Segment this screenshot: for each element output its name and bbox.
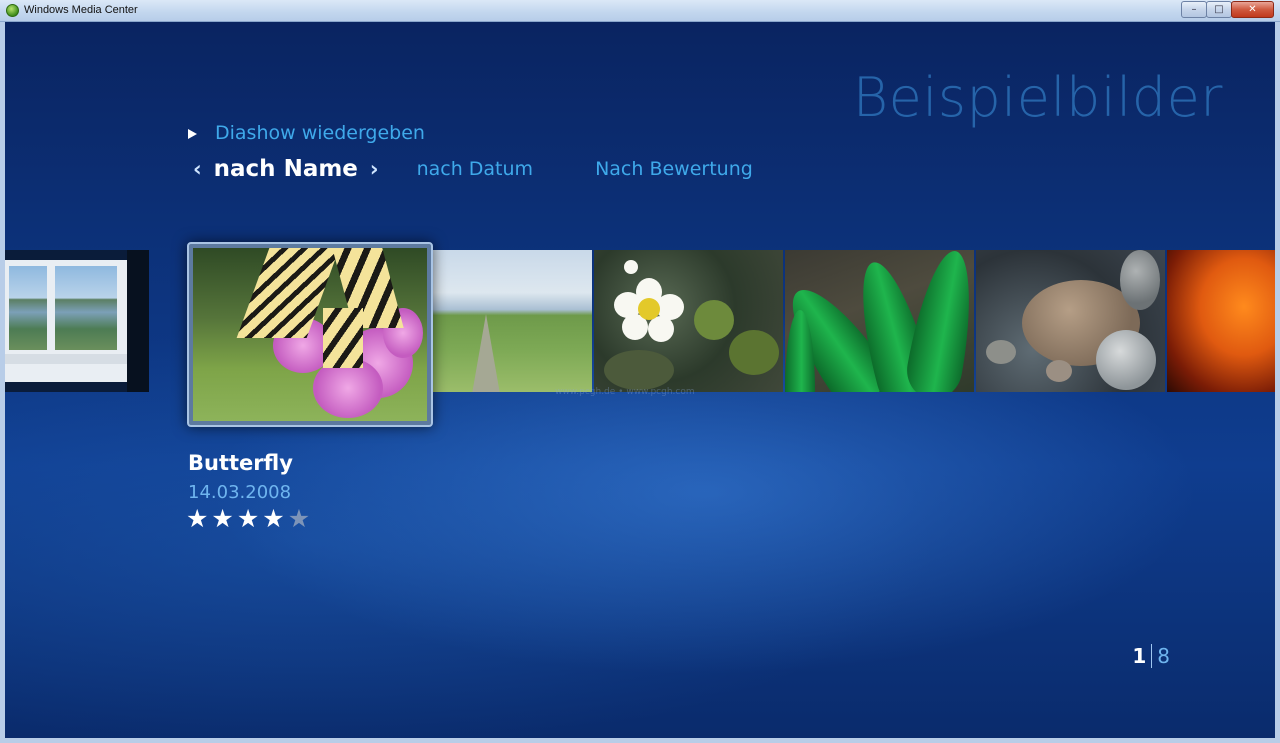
sort-options: ‹ nach Name › nach Datum Nach Bewertung	[193, 156, 753, 182]
slideshow-play-button[interactable]: Diashow wiedergeben	[188, 122, 425, 144]
selected-thumbnail-butterfly[interactable]	[187, 242, 433, 427]
selected-item-date: 14.03.2008	[188, 482, 292, 503]
close-button[interactable]: ✕	[1231, 1, 1274, 18]
thumbnail-window-view[interactable]	[5, 250, 149, 392]
window-border-bottom	[0, 738, 1280, 743]
page-divider	[1151, 644, 1153, 668]
star-empty-icon: ★	[287, 504, 311, 533]
window-title: Windows Media Center	[24, 4, 138, 16]
thumbnail-white-flower[interactable]	[594, 250, 783, 392]
slideshow-play-label: Diashow wiedergeben	[215, 122, 425, 144]
rating-stars: ★ ★ ★ ★ ★	[186, 506, 313, 531]
media-center-canvas: Beispielbilder Diashow wiedergeben ‹ nac…	[5, 22, 1275, 738]
page-total: 8	[1157, 644, 1170, 668]
thumbnail-green-leaves[interactable]	[785, 250, 974, 392]
thumbnail-orange-tulip[interactable]	[1167, 250, 1275, 392]
window-titlebar: Windows Media Center – □ ✕	[0, 0, 1280, 22]
page-counter: 1 8	[1132, 644, 1170, 668]
star-filled-icon: ★	[186, 504, 209, 533]
sort-by-name-selector[interactable]: ‹ nach Name ›	[193, 156, 379, 182]
butterfly-image	[193, 248, 427, 421]
thumbnail-field-path[interactable]	[432, 250, 592, 392]
selected-item-title: Butterfly	[188, 451, 293, 475]
maximize-button[interactable]: □	[1206, 1, 1232, 18]
minimize-button[interactable]: –	[1181, 1, 1207, 18]
star-filled-icon: ★	[262, 504, 285, 533]
window-border-right	[1275, 22, 1280, 743]
star-filled-icon: ★	[236, 504, 260, 533]
chevron-right-icon[interactable]: ›	[370, 157, 379, 181]
sort-active-label: nach Name	[213, 156, 358, 182]
media-center-logo-icon	[6, 4, 19, 17]
page-current: 1	[1132, 644, 1147, 668]
star-filled-icon: ★	[211, 504, 234, 533]
page-title: Beispielbilder	[852, 66, 1223, 129]
watermark: www.pcgh.de • www.pcgh.com	[555, 387, 695, 397]
chevron-left-icon[interactable]: ‹	[193, 157, 202, 181]
window-controls: – □ ✕	[1181, 1, 1274, 18]
play-icon	[188, 129, 197, 139]
thumbnail-rocks[interactable]	[976, 250, 1165, 392]
sort-by-date-option[interactable]: nach Datum	[417, 158, 534, 180]
sort-by-rating-option[interactable]: Nach Bewertung	[595, 158, 753, 180]
